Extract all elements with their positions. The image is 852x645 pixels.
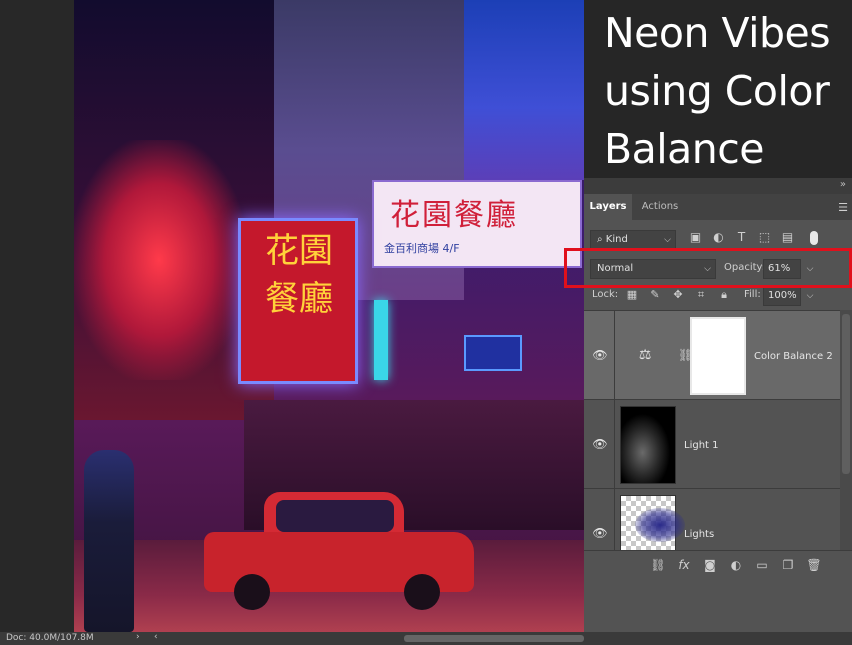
panel-header: » <box>584 178 852 194</box>
filter-adjustment-icon[interactable]: ◐ <box>711 230 726 245</box>
layer-name[interactable]: Lights <box>684 529 714 540</box>
add-mask-icon[interactable]: ◙ <box>702 556 718 574</box>
layer-thumbnail[interactable] <box>620 406 676 484</box>
layer-name[interactable]: Light 1 <box>684 440 719 451</box>
taxi-window <box>276 500 394 532</box>
opacity-highlight-box <box>564 248 852 288</box>
photo-blue-sign <box>464 335 522 371</box>
lock-image-icon[interactable]: ✎ <box>647 287 663 303</box>
new-adjustment-icon[interactable]: ◐ <box>728 556 744 574</box>
lock-label: Lock: <box>592 289 619 300</box>
scroll-left-icon[interactable]: ‹ <box>154 632 158 642</box>
panel-tabs: Layers Actions ☰ <box>584 194 852 220</box>
canvas-margin <box>0 0 74 632</box>
white-sign-subtext: 金百利商場 4/F <box>384 242 460 255</box>
taxi-wheel <box>404 574 440 610</box>
chain-link-icon[interactable]: ⛓︎ <box>678 347 693 363</box>
new-layer-icon[interactable]: ❐ <box>780 556 796 574</box>
white-sign-chinese: 花園餐廳 <box>390 198 518 233</box>
lock-all-icon[interactable]: 🔒︎ <box>716 287 732 303</box>
filter-smart-object-icon[interactable]: ▤ <box>780 230 795 245</box>
lock-position-icon[interactable]: ✥ <box>670 287 686 303</box>
chevron-down-icon: ⌵ <box>664 235 671 245</box>
scales-icon: ⚖ <box>638 347 652 363</box>
taxi-wheel <box>234 574 270 610</box>
lock-artboard-icon[interactable]: ⌗ <box>693 287 709 303</box>
thumbnail-content <box>635 508 685 542</box>
layer-thumbnail[interactable] <box>620 495 685 551</box>
photo-sky <box>454 0 584 180</box>
layer-row[interactable]: 👁︎ Lights <box>584 489 840 551</box>
title-line-1: Neon Vibes <box>604 9 831 57</box>
photo-red-neon-sign: 花園餐廳 <box>238 218 358 384</box>
filter-toggle[interactable] <box>810 231 818 245</box>
tab-actions[interactable]: Actions <box>634 194 686 220</box>
fill-label: Fill: <box>744 289 761 300</box>
status-menu-arrow-icon[interactable]: › <box>136 632 140 642</box>
filter-shape-icon[interactable]: ⬚ <box>757 230 772 245</box>
tab-layers[interactable]: Layers <box>584 194 632 220</box>
layer-name[interactable]: Color Balance 2 <box>754 351 833 362</box>
layer-divider <box>614 311 615 399</box>
panel-empty-area <box>584 580 852 632</box>
filter-pixel-icon[interactable]: ▣ <box>688 230 703 245</box>
layer-row[interactable]: 👁︎ ⚖ ⛓︎ Color Balance 2 <box>584 311 840 400</box>
horizontal-scrollbar[interactable] <box>404 635 584 642</box>
filter-type-icon[interactable]: T <box>734 230 749 245</box>
new-group-folder-icon[interactable]: ▭ <box>754 556 770 574</box>
eye-icon[interactable]: 👁︎ <box>592 438 608 450</box>
lock-row: Lock: ▦ ✎ ✥ ⌗ 🔒︎ Fill: 100% ⌵ <box>584 286 852 306</box>
photo-taxi <box>204 492 474 612</box>
fx-icon[interactable]: fx <box>676 556 692 574</box>
layer-row[interactable]: 👁︎ Light 1 <box>584 400 840 489</box>
kind-label: Kind <box>605 234 628 245</box>
photo-white-sign: 花園餐廳 金百利商場 4/F <box>372 180 582 268</box>
eye-icon[interactable]: 👁︎ <box>592 527 608 539</box>
collapse-icon[interactable]: » <box>840 179 846 190</box>
lock-transparency-icon[interactable]: ▦ <box>624 287 640 303</box>
title-line-2: using Color <box>604 67 830 115</box>
photo-cyan-sign <box>374 300 388 380</box>
search-icon: ⌕ <box>597 234 603 245</box>
doc-size-text: Doc: 40.0M/107.8M <box>6 633 94 643</box>
canvas-photo[interactable]: 花園餐廳 金百利商場 4/F 花園餐廳 <box>74 0 584 632</box>
scrollbar-thumb[interactable] <box>842 314 850 474</box>
trash-icon[interactable]: 🗑︎ <box>806 556 822 574</box>
layers-scrollbar[interactable] <box>840 310 852 550</box>
photo-person <box>84 450 134 632</box>
title-line-3: Balance <box>604 125 765 173</box>
fill-dropdown-icon[interactable]: ⌵ <box>803 286 817 306</box>
eye-icon[interactable]: 👁︎ <box>592 349 608 361</box>
panel-menu-icon[interactable]: ☰ <box>838 201 848 214</box>
filter-icons: ▣ ◐ T ⬚ ▤ <box>688 230 795 250</box>
fill-input[interactable]: 100% <box>763 286 801 306</box>
filter-kind-select[interactable]: ⌕ Kind ⌵ <box>590 230 676 250</box>
layer-divider <box>614 489 615 551</box>
layer-filter-row: ⌕ Kind ⌵ ▣ ◐ T ⬚ ▤ <box>584 228 852 250</box>
lock-icons: ▦ ✎ ✥ ⌗ 🔒︎ <box>624 287 732 303</box>
layers-panel: » Layers Actions ☰ ⌕ Kind ⌵ ▣ ◐ T ⬚ ▤ No… <box>584 178 852 632</box>
bottom-icons: ⛓︎ fx ◙ ◐ ▭ ❐ 🗑︎ <box>650 556 822 574</box>
layers-bottom-bar: ⛓︎ fx ◙ ◐ ▭ ❐ 🗑︎ <box>584 550 852 580</box>
overlay-title: Neon Vibes using Color Balance <box>604 4 850 178</box>
photo-red-glow <box>74 140 244 380</box>
layers-list: 👁︎ ⚖ ⛓︎ Color Balance 2 👁︎ Light 1 👁︎ Li… <box>584 310 840 551</box>
red-sign-chinese: 花園餐廳 <box>265 231 333 319</box>
layer-mask-thumbnail[interactable] <box>690 317 746 395</box>
link-layers-icon[interactable]: ⛓︎ <box>650 556 666 574</box>
status-bar: Doc: 40.0M/107.8M › ‹ <box>0 632 852 645</box>
layer-divider <box>614 400 615 488</box>
